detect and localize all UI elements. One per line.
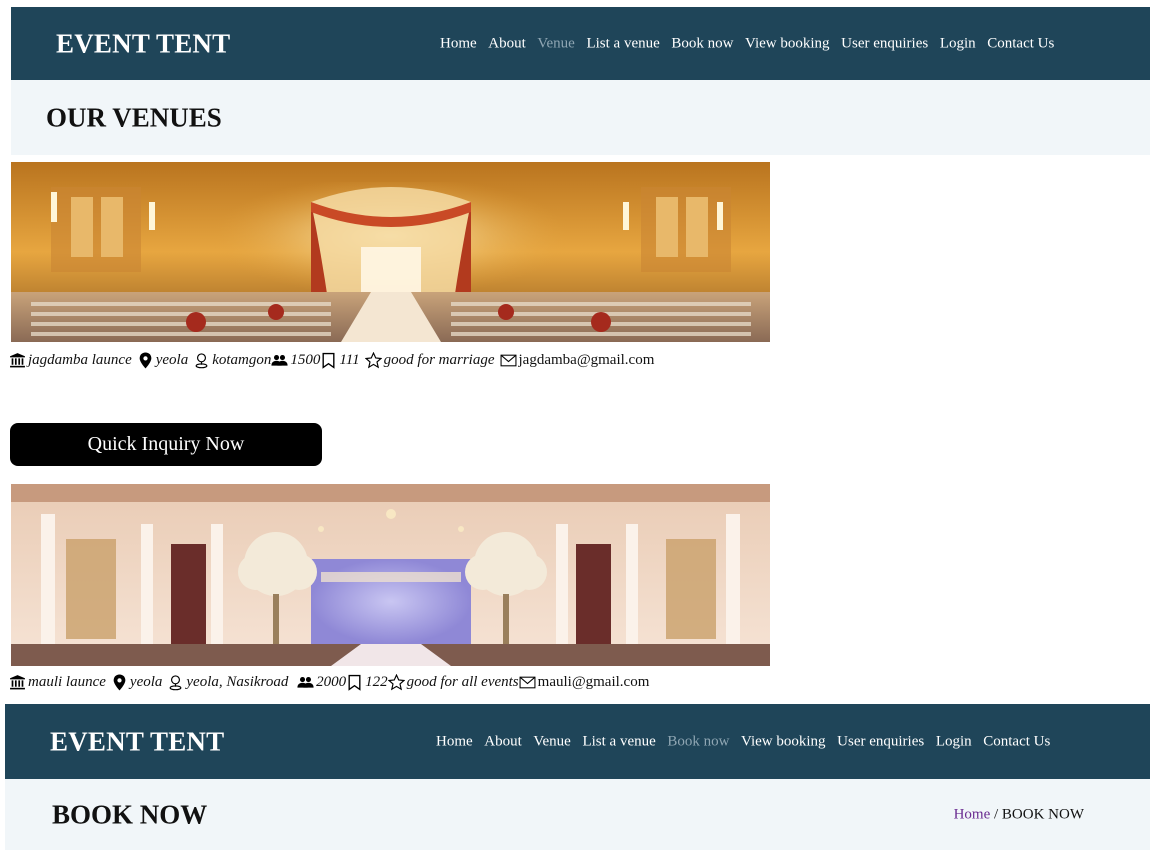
location-pin-icon [111,674,128,691]
venue-image-2 [11,484,770,666]
nav-item-contact-us[interactable]: Contact Us [983,733,1050,750]
breadcrumb-separator: / [990,806,1002,822]
map-pin-outline-icon [193,352,210,369]
nav-item-home[interactable]: Home [436,733,473,750]
map-pin-outline-icon [167,674,184,691]
page-title: OUR VENUES [46,102,222,132]
venues-header-band: OUR VENUES [11,80,1150,155]
venue-city: yeola [155,352,189,368]
second-navbar: EVENT TENT Home About Venue List a venue… [5,704,1150,779]
venue-city: yeola [129,674,163,690]
people-icon [271,352,288,369]
nav-item-view-booking[interactable]: View booking [745,35,830,52]
envelope-icon [519,674,536,691]
venue-name: jagdamba launce [28,352,132,368]
venue-bookings: 111 [339,352,360,368]
nav-item-book-now[interactable]: Book now [671,35,733,52]
venue-image-1 [11,162,770,342]
bookmark-icon [320,352,337,369]
breadcrumb: Home / BOOK NOW [954,806,1084,823]
location-pin-icon [137,352,154,369]
breadcrumb-current: BOOK NOW [1001,806,1084,822]
quick-inquiry-button[interactable]: Quick Inquiry Now [10,423,322,466]
venue-email[interactable]: mauli@gmail.com [538,674,650,691]
venue-note: good for all events [406,674,519,690]
nav-item-about[interactable]: About [484,733,522,750]
venue-name: mauli launce [28,674,106,690]
nav-item-venue[interactable]: Venue [533,733,571,750]
section-title: BOOK NOW [52,799,208,829]
book-now-header-band: BOOK NOW Home / BOOK NOW [5,779,1150,850]
nav-item-venue[interactable]: Venue [537,35,575,52]
venue-info-2: mauli launce yeola yeola, Nasikroad 2000… [9,674,649,691]
bank-icon [9,352,26,369]
venue-info-1: jagdamba launce yeola kotamgon 1500 111 … [9,352,654,369]
second-nav-menu: Home About Venue List a venue Book now V… [436,733,1062,750]
people-icon [297,674,314,691]
brand-logo[interactable]: EVENT TENT [50,726,224,757]
brand-logo[interactable]: EVENT TENT [56,28,230,59]
bank-icon [9,674,26,691]
star-icon [387,674,405,691]
envelope-icon [500,352,517,369]
nav-item-login[interactable]: Login [940,35,976,52]
venue-bookings: 122 [365,674,388,690]
nav-item-user-enquiries[interactable]: User enquiries [837,733,924,750]
venue-area: yeola, Nasikroad [186,674,293,690]
nav-item-list-venue[interactable]: List a venue [586,35,659,52]
nav-item-login[interactable]: Login [936,733,972,750]
nav-item-view-booking[interactable]: View booking [741,733,826,750]
nav-item-contact-us[interactable]: Contact Us [987,35,1054,52]
venue-note: good for marriage [383,352,495,368]
breadcrumb-home-link[interactable]: Home [954,806,991,822]
nav-item-book-now[interactable]: Book now [667,733,729,750]
venue-area: kotamgon [212,352,272,368]
nav-item-list-venue[interactable]: List a venue [582,733,655,750]
nav-item-home[interactable]: Home [440,35,477,52]
nav-item-user-enquiries[interactable]: User enquiries [841,35,928,52]
top-navbar: EVENT TENT Home About Venue List a venue… [11,7,1150,80]
venue-email[interactable]: jagdamba@gmail.com [519,352,655,369]
top-nav-menu: Home About Venue List a venue Book now V… [440,35,1066,52]
bookmark-icon [346,674,363,691]
star-icon [364,352,382,369]
venue-capacity: 1500 [290,352,321,368]
nav-item-about[interactable]: About [488,35,526,52]
venue-capacity: 2000 [316,674,347,690]
